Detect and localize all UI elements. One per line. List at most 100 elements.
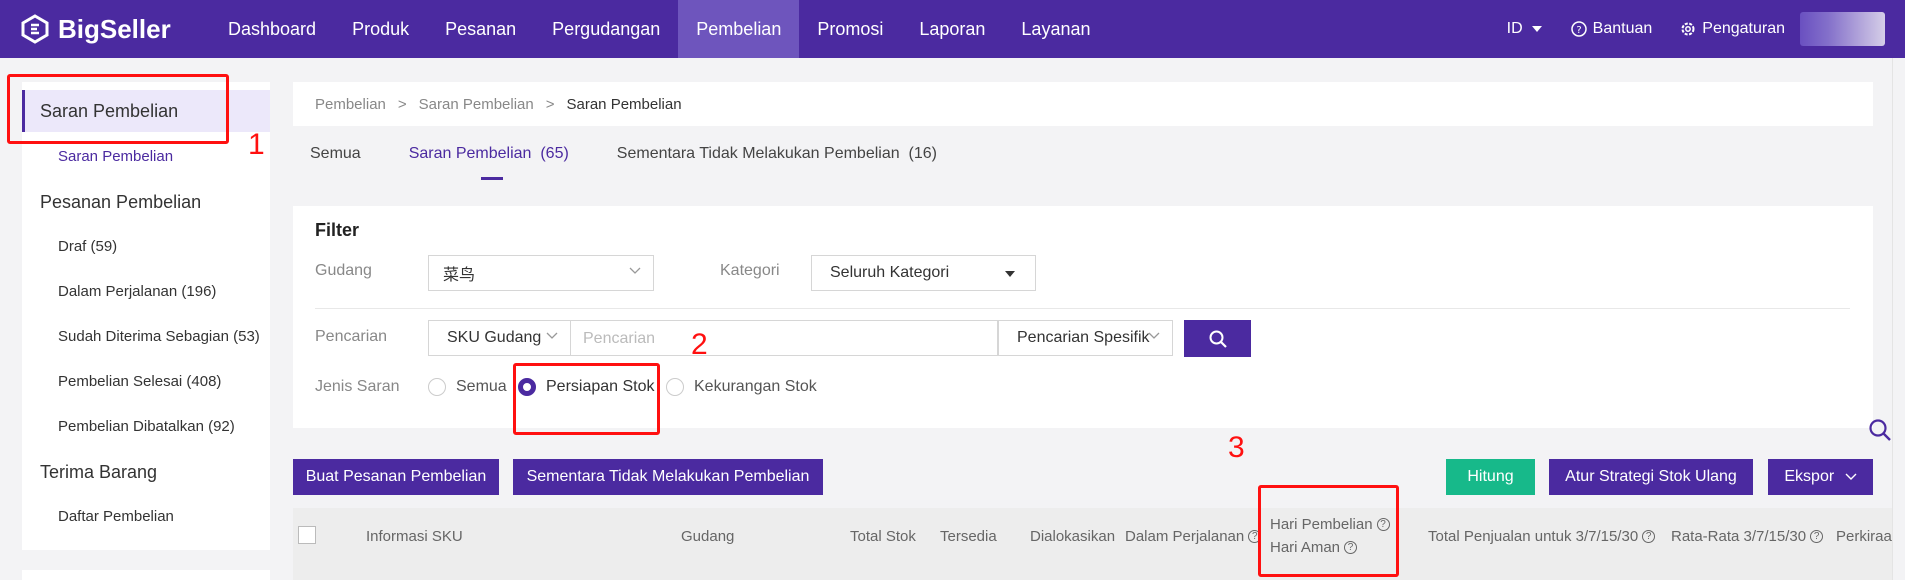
col-informasi-sku: Informasi SKU: [366, 528, 463, 545]
annotation-number-3: 3: [1228, 431, 1245, 464]
warehouse-select[interactable]: 菜鸟: [428, 255, 654, 291]
chevron-down-icon: [1148, 332, 1160, 339]
tab-semua[interactable]: Semua: [310, 145, 361, 163]
nav-layanan[interactable]: Layanan: [1003, 0, 1108, 58]
search-icon: [1209, 330, 1227, 348]
col-total-penjualan-label: Total Penjualan untuk 3/7/15/30: [1428, 528, 1639, 545]
breadcrumb-current: Saran Pembelian: [566, 95, 682, 113]
sidebar-item-saran-pembelian[interactable]: Saran Pembelian: [22, 148, 270, 165]
nav-pergudangan[interactable]: Pergudangan: [534, 0, 678, 58]
sidebar: Saran Pembelian Saran Pembelian Pesanan …: [22, 82, 270, 550]
col-total-penjualan: Total Penjualan untuk 3/7/15/30?: [1428, 528, 1656, 545]
nav-promosi[interactable]: Promosi: [799, 0, 901, 58]
search-input[interactable]: Pencarian: [571, 320, 998, 356]
skip-purchase-button[interactable]: Sementara Tidak Melakukan Pembelian: [513, 459, 823, 495]
caret-down-icon: [1005, 271, 1015, 277]
sidebar-item-draf[interactable]: Draf (59): [22, 238, 270, 255]
sidebar-item-pembelian-selesai[interactable]: Pembelian Selesai (408): [22, 373, 270, 390]
radio-semua[interactable]: Semua: [428, 378, 507, 396]
category-label: Kategori: [720, 262, 780, 279]
calculate-button[interactable]: Hitung: [1446, 459, 1535, 495]
breadcrumb-separator: >: [397, 95, 407, 113]
top-right-menu: ID ? Bantuan Pengaturan: [1479, 0, 1785, 58]
help-icon[interactable]: ?: [1810, 530, 1824, 543]
search-type-select[interactable]: SKU Gudang: [428, 320, 571, 356]
create-purchase-order-button[interactable]: Buat Pesanan Pembelian: [293, 459, 499, 495]
annotation-number-1: 1: [248, 128, 265, 161]
category-value: Seluruh Kategori: [830, 264, 950, 281]
annotation-box-3: [1258, 485, 1399, 577]
radio-semua-label: Semua: [456, 378, 507, 395]
bigseller-logo-icon: [21, 14, 49, 44]
scrollbar[interactable]: [1892, 58, 1905, 580]
settings-link[interactable]: Pengaturan: [1680, 20, 1785, 38]
col-dalam-perjalanan-label: Dalam Perjalanan: [1125, 528, 1245, 545]
suggestion-type-label: Jenis Saran: [315, 378, 400, 395]
brand-logo[interactable]: BigSeller: [20, 14, 210, 45]
account-avatar[interactable]: [1800, 12, 1885, 46]
nav-laporan[interactable]: Laporan: [901, 0, 1003, 58]
main-nav: Dashboard Produk Pesanan Pergudangan Pem…: [210, 0, 1109, 58]
nav-produk[interactable]: Produk: [334, 0, 427, 58]
filter-divider: [315, 308, 1850, 309]
suggestion-tabs: Semua Saran Pembelian (65) Sementara Tid…: [310, 145, 985, 180]
filter-title: Filter: [315, 220, 360, 240]
search-mode-select[interactable]: Pencarian Spesifik: [998, 320, 1173, 356]
language-selector[interactable]: ID: [1507, 20, 1543, 38]
table-header: Informasi SKU Gudang Total Stok Tersedia…: [293, 508, 1905, 580]
nav-dashboard[interactable]: Dashboard: [210, 0, 334, 58]
chevron-down-icon: [629, 267, 641, 274]
radio-unchecked-icon: [666, 378, 684, 396]
help-link[interactable]: ? Bantuan: [1570, 20, 1653, 38]
brand-name: BigSeller: [58, 13, 171, 44]
nav-pembelian[interactable]: Pembelian: [678, 0, 800, 58]
help-icon[interactable]: ?: [1642, 530, 1656, 543]
annotation-number-2: 2: [691, 328, 708, 361]
floating-search-icon[interactable]: [1868, 418, 1892, 442]
col-rata-rata: Rata-Rata 3/7/15/30?: [1671, 528, 1824, 545]
language-label: ID: [1506, 20, 1523, 37]
tab-saran-pembelian[interactable]: Saran Pembelian (65): [409, 145, 569, 180]
sidebar-item-pembelian-dibatalkan[interactable]: Pembelian Dibatalkan (92): [22, 418, 270, 435]
help-label: Bantuan: [1592, 20, 1653, 37]
sidebar-item-daftar-pembelian[interactable]: Daftar Pembelian: [22, 508, 270, 525]
settings-label: Pengaturan: [1702, 20, 1785, 37]
select-all-checkbox[interactable]: [298, 526, 316, 544]
svg-text:?: ?: [1576, 25, 1581, 36]
col-rata-rata-label: Rata-Rata 3/7/15/30: [1671, 528, 1807, 545]
col-perkiraan: Perkiraan: [1836, 528, 1901, 545]
col-total-stok: Total Stok: [850, 528, 916, 545]
col-gudang: Gudang: [681, 528, 735, 545]
search-label: Pencarian: [315, 328, 388, 345]
gear-icon: [1681, 22, 1695, 36]
search-mode-value: Pencarian Spesifik: [1017, 329, 1150, 346]
warehouse-value: 菜鸟: [443, 267, 476, 284]
sidebar-item-dalam-perjalanan[interactable]: Dalam Perjalanan (196): [22, 283, 270, 300]
nav-pesanan[interactable]: Pesanan: [427, 0, 534, 58]
radio-unchecked-icon: [428, 378, 446, 396]
breadcrumb-item[interactable]: Saran Pembelian: [419, 96, 534, 113]
annotation-box-1: [7, 74, 229, 144]
reset-stock-strategy-button[interactable]: Atur Strategi Stok Ulang: [1549, 459, 1753, 495]
radio-kekurangan-stok[interactable]: Kekurangan Stok: [666, 378, 817, 396]
col-tersedia: Tersedia: [940, 528, 997, 545]
search-button[interactable]: [1184, 320, 1251, 357]
category-select[interactable]: Seluruh Kategori: [811, 255, 1036, 291]
sidebar-footer-panel: [22, 570, 270, 580]
sidebar-item-sudah-diterima-sebagian[interactable]: Sudah Diterima Sebagian (53): [22, 328, 270, 345]
tab-sementara-tidak-melakukan-pembelian[interactable]: Sementara Tidak Melakukan Pembelian (16): [617, 145, 937, 163]
help-icon: ?: [1570, 21, 1587, 37]
breadcrumb-item[interactable]: Pembelian: [315, 96, 386, 113]
caret-down-icon: [1531, 26, 1542, 32]
col-dalam-perjalanan: Dalam Perjalanan?: [1125, 528, 1262, 545]
sidebar-group-terima-barang[interactable]: Terima Barang: [22, 462, 270, 483]
breadcrumb: Pembelian > Saran Pembelian > Saran Pemb…: [293, 82, 1873, 126]
col-dialokasikan: Dialokasikan: [1030, 528, 1116, 545]
sidebar-group-pesanan-pembelian[interactable]: Pesanan Pembelian: [22, 192, 270, 213]
breadcrumb-separator: >: [545, 95, 555, 113]
warehouse-label: Gudang: [315, 262, 372, 279]
chevron-down-icon: [1845, 473, 1857, 480]
search-type-value: SKU Gudang: [447, 329, 542, 346]
export-button[interactable]: Ekspor: [1768, 459, 1873, 495]
radio-kekurangan-stok-label: Kekurangan Stok: [694, 378, 817, 395]
